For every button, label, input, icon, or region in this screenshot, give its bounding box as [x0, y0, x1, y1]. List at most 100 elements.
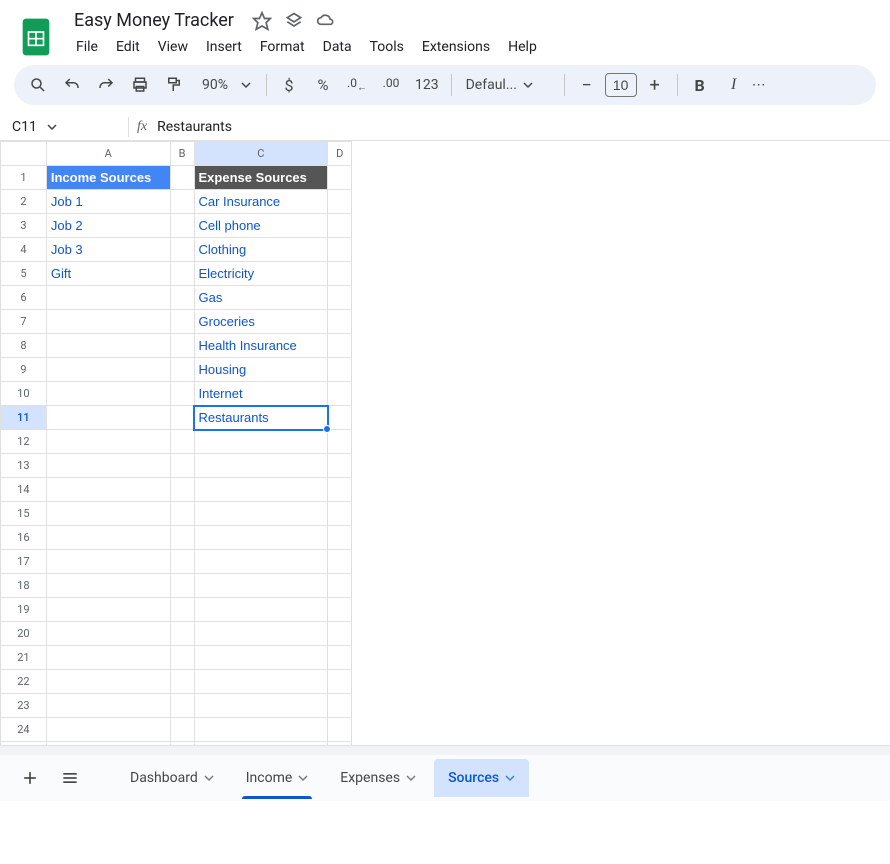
cell-B8[interactable] — [170, 334, 194, 358]
cell-B2[interactable] — [170, 190, 194, 214]
cell-B13[interactable] — [170, 454, 194, 478]
cell-C14[interactable] — [194, 478, 328, 502]
row-header-21[interactable]: 21 — [1, 646, 47, 670]
cell-A5[interactable]: Gift — [46, 262, 170, 286]
cell-D12[interactable] — [328, 430, 352, 454]
row-header-18[interactable]: 18 — [1, 574, 47, 598]
row-header-8[interactable]: 8 — [1, 334, 47, 358]
cell-B5[interactable] — [170, 262, 194, 286]
tab-dropdown-icon[interactable] — [298, 773, 308, 783]
cell-B20[interactable] — [170, 622, 194, 646]
zoom-level[interactable]: 90% — [196, 77, 234, 93]
name-box[interactable]: C11 — [8, 119, 120, 135]
cell-A16[interactable] — [46, 526, 170, 550]
cell-A24[interactable] — [46, 718, 170, 742]
row-header-2[interactable]: 2 — [1, 190, 47, 214]
cell-A17[interactable] — [46, 550, 170, 574]
menu-tools[interactable]: Tools — [362, 35, 412, 59]
cell-B17[interactable] — [170, 550, 194, 574]
search-icon[interactable] — [22, 70, 54, 100]
cell-C24[interactable] — [194, 718, 328, 742]
cell-C12[interactable] — [194, 430, 328, 454]
row-header-17[interactable]: 17 — [1, 550, 47, 574]
cell-D14[interactable] — [328, 478, 352, 502]
font-family-select[interactable]: Defaul... — [458, 77, 558, 93]
row-header-6[interactable]: 6 — [1, 286, 47, 310]
cell-A4[interactable]: Job 3 — [46, 238, 170, 262]
cell-B1[interactable] — [170, 166, 194, 190]
row-header-20[interactable]: 20 — [1, 622, 47, 646]
doc-title[interactable]: Easy Money Tracker — [68, 8, 240, 33]
cell-A1[interactable]: Income Sources — [46, 166, 170, 190]
redo-icon[interactable] — [90, 70, 122, 100]
decrease-decimal-icon[interactable]: .0← — [341, 70, 373, 100]
cell-B10[interactable] — [170, 382, 194, 406]
menu-help[interactable]: Help — [500, 35, 545, 59]
cell-C13[interactable] — [194, 454, 328, 478]
menu-data[interactable]: Data — [315, 35, 360, 59]
star-icon[interactable] — [252, 11, 272, 31]
cell-C21[interactable] — [194, 646, 328, 670]
cell-D11[interactable] — [328, 406, 352, 430]
row-header-9[interactable]: 9 — [1, 358, 47, 382]
cell-A11[interactable] — [46, 406, 170, 430]
cell-A7[interactable] — [46, 310, 170, 334]
cell-A21[interactable] — [46, 646, 170, 670]
sheet-tab-dashboard[interactable]: Dashboard — [116, 759, 228, 797]
row-header-11[interactable]: 11 — [1, 406, 47, 430]
cell-D2[interactable] — [328, 190, 352, 214]
cell-A12[interactable] — [46, 430, 170, 454]
cell-D17[interactable] — [328, 550, 352, 574]
select-all-corner[interactable] — [1, 142, 47, 166]
cell-D16[interactable] — [328, 526, 352, 550]
row-header-15[interactable]: 15 — [1, 502, 47, 526]
cell-B22[interactable] — [170, 670, 194, 694]
cell-D19[interactable] — [328, 598, 352, 622]
cell-D23[interactable] — [328, 694, 352, 718]
row-header-10[interactable]: 10 — [1, 382, 47, 406]
cell-B24[interactable] — [170, 718, 194, 742]
cell-C11[interactable]: Restaurants — [194, 406, 328, 430]
format-123[interactable]: 123 — [409, 77, 445, 93]
sheet-tab-sources[interactable]: Sources — [434, 759, 529, 797]
cell-C15[interactable] — [194, 502, 328, 526]
bold-icon[interactable]: B — [684, 70, 716, 100]
row-header-19[interactable]: 19 — [1, 598, 47, 622]
row-header-7[interactable]: 7 — [1, 310, 47, 334]
row-header-12[interactable]: 12 — [1, 430, 47, 454]
zoom-dropdown-icon[interactable] — [236, 70, 256, 100]
row-header-16[interactable]: 16 — [1, 526, 47, 550]
cell-C4[interactable]: Clothing — [194, 238, 328, 262]
cell-B7[interactable] — [170, 310, 194, 334]
cell-D4[interactable] — [328, 238, 352, 262]
cell-A2[interactable]: Job 1 — [46, 190, 170, 214]
cell-A18[interactable] — [46, 574, 170, 598]
cell-B23[interactable] — [170, 694, 194, 718]
cell-B11[interactable] — [170, 406, 194, 430]
formula-bar[interactable]: Restaurants — [157, 119, 232, 135]
row-header-22[interactable]: 22 — [1, 670, 47, 694]
cell-C19[interactable] — [194, 598, 328, 622]
undo-icon[interactable] — [56, 70, 88, 100]
cell-D13[interactable] — [328, 454, 352, 478]
move-icon[interactable] — [284, 11, 304, 31]
cell-A8[interactable] — [46, 334, 170, 358]
cell-A20[interactable] — [46, 622, 170, 646]
cell-C23[interactable] — [194, 694, 328, 718]
cell-C10[interactable]: Internet — [194, 382, 328, 406]
cell-C20[interactable] — [194, 622, 328, 646]
menu-format[interactable]: Format — [252, 35, 313, 59]
col-header-B[interactable]: B — [170, 142, 194, 166]
col-header-C[interactable]: C — [194, 142, 328, 166]
cloud-icon[interactable] — [316, 11, 336, 31]
cell-D8[interactable] — [328, 334, 352, 358]
row-header-4[interactable]: 4 — [1, 238, 47, 262]
cell-B14[interactable] — [170, 478, 194, 502]
row-header-5[interactable]: 5 — [1, 262, 47, 286]
cell-D3[interactable] — [328, 214, 352, 238]
sheet-tab-expenses[interactable]: Expenses — [326, 759, 430, 797]
cell-C18[interactable] — [194, 574, 328, 598]
cell-D10[interactable] — [328, 382, 352, 406]
currency-icon[interactable]: $ — [273, 70, 305, 100]
cell-C7[interactable]: Groceries — [194, 310, 328, 334]
